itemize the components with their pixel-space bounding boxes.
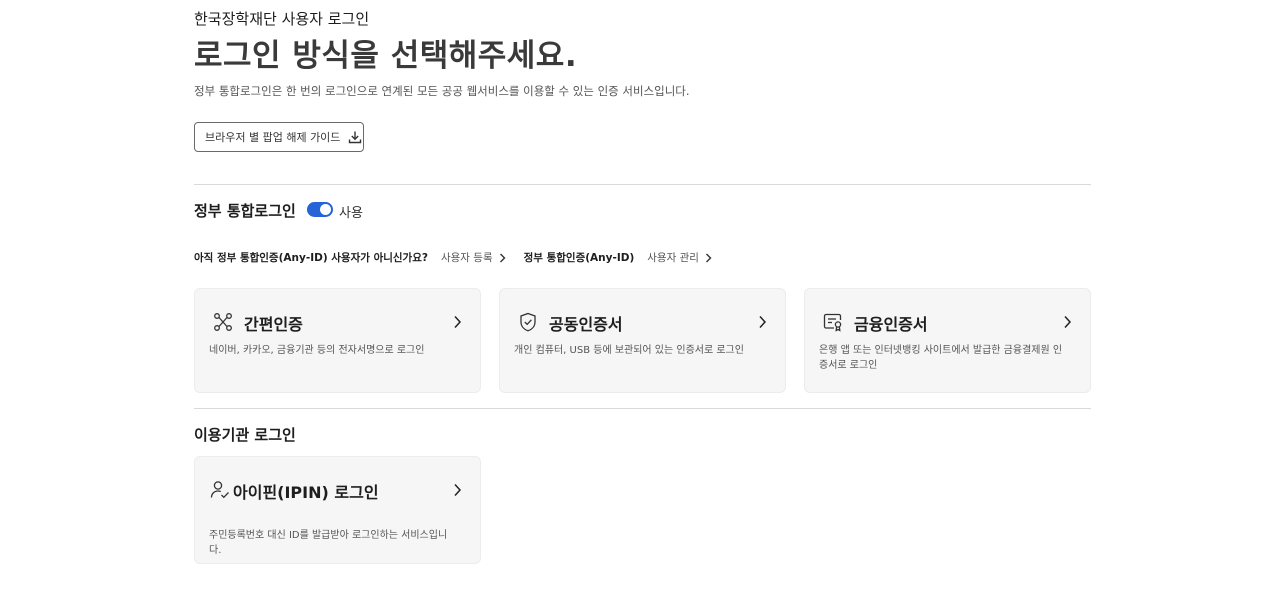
- manage-link[interactable]: 사용자 관리: [647, 250, 712, 265]
- chevron-right-icon: [1063, 314, 1072, 333]
- ipin-login-card[interactable]: 아이핀(IPIN) 로그인 주민등록번호 대신 ID를 발급받아 로그인하는 서…: [194, 456, 481, 564]
- register-link[interactable]: 사용자 등록: [441, 250, 506, 265]
- user-check-icon: [209, 479, 231, 501]
- anyid-question: 아직 정부 통합인증(Any-ID) 사용자가 아니신가요?: [194, 252, 428, 264]
- shield-check-icon: [517, 311, 539, 333]
- card-title: 아이핀(IPIN) 로그인: [233, 483, 379, 502]
- register-link-label: 사용자 등록: [440, 252, 493, 264]
- login-page: 한국장학재단 사용자 로그인 로그인 방식을 선택해주세요. 정부 통합로그인은…: [0, 0, 1280, 591]
- section-divider: [194, 184, 1091, 185]
- popup-guide-label: 브라우저 별 팝업 해제 가이드: [205, 131, 341, 144]
- chevron-right-icon: [758, 314, 767, 333]
- chevron-right-icon: [499, 253, 506, 262]
- chevron-right-icon: [453, 482, 462, 501]
- simple-auth-icon: [212, 311, 234, 333]
- manage-link-label: 사용자 관리: [647, 252, 699, 264]
- simple-auth-card[interactable]: 간편인증 네이버, 카카오, 금융기관 등의 전자서명으로 로그인: [194, 288, 481, 393]
- gov-login-toggle[interactable]: [307, 202, 333, 217]
- org-title: 한국장학재단 사용자 로그인: [194, 10, 370, 28]
- chevron-right-icon: [705, 253, 712, 262]
- card-description: 네이버, 카카오, 금융기관 등의 전자서명으로 로그인: [209, 345, 425, 356]
- toggle-knob: [320, 204, 331, 215]
- certificate-icon: [822, 311, 844, 333]
- chevron-right-icon: [453, 314, 462, 333]
- download-icon: [348, 130, 362, 144]
- popup-guide-button[interactable]: 브라우저 별 팝업 해제 가이드: [194, 122, 364, 152]
- anyid-links-row: 아직 정부 통합인증(Any-ID) 사용자가 아니신가요? 사용자 등록 정부…: [194, 250, 712, 265]
- card-description: 은행 앱 또는 인터넷뱅킹 사이트에서 발급한 금융결제원 인증서로 로그인: [819, 345, 1063, 371]
- anyid-label: 정부 통합인증(Any-ID): [523, 252, 635, 264]
- financial-certificate-card[interactable]: 금융인증서 은행 앱 또는 인터넷뱅킹 사이트에서 발급한 금융결제원 인증서로…: [804, 288, 1091, 393]
- toggle-label: 사용: [339, 206, 363, 221]
- joint-certificate-card[interactable]: 공동인증서 개인 컴퓨터, USB 등에 보관되어 있는 인증서로 로그인: [499, 288, 786, 393]
- card-title: 공동인증서: [549, 315, 623, 334]
- agency-login-title: 이용기관 로그인: [194, 426, 296, 444]
- section-divider: [194, 408, 1091, 409]
- card-description: 주민등록번호 대신 ID를 발급받아 로그인하는 서비스입니다.: [209, 530, 448, 556]
- card-title: 금융인증서: [854, 315, 928, 334]
- page-title: 로그인 방식을 선택해주세요.: [194, 38, 578, 74]
- card-description: 개인 컴퓨터, USB 등에 보관되어 있는 인증서로 로그인: [514, 345, 744, 356]
- gov-login-title: 정부 통합로그인: [194, 202, 296, 220]
- card-title: 간편인증: [244, 315, 303, 334]
- page-description: 정부 통합로그인은 한 번의 로그인으로 연계된 모든 공공 웹서비스를 이용할…: [194, 84, 690, 98]
